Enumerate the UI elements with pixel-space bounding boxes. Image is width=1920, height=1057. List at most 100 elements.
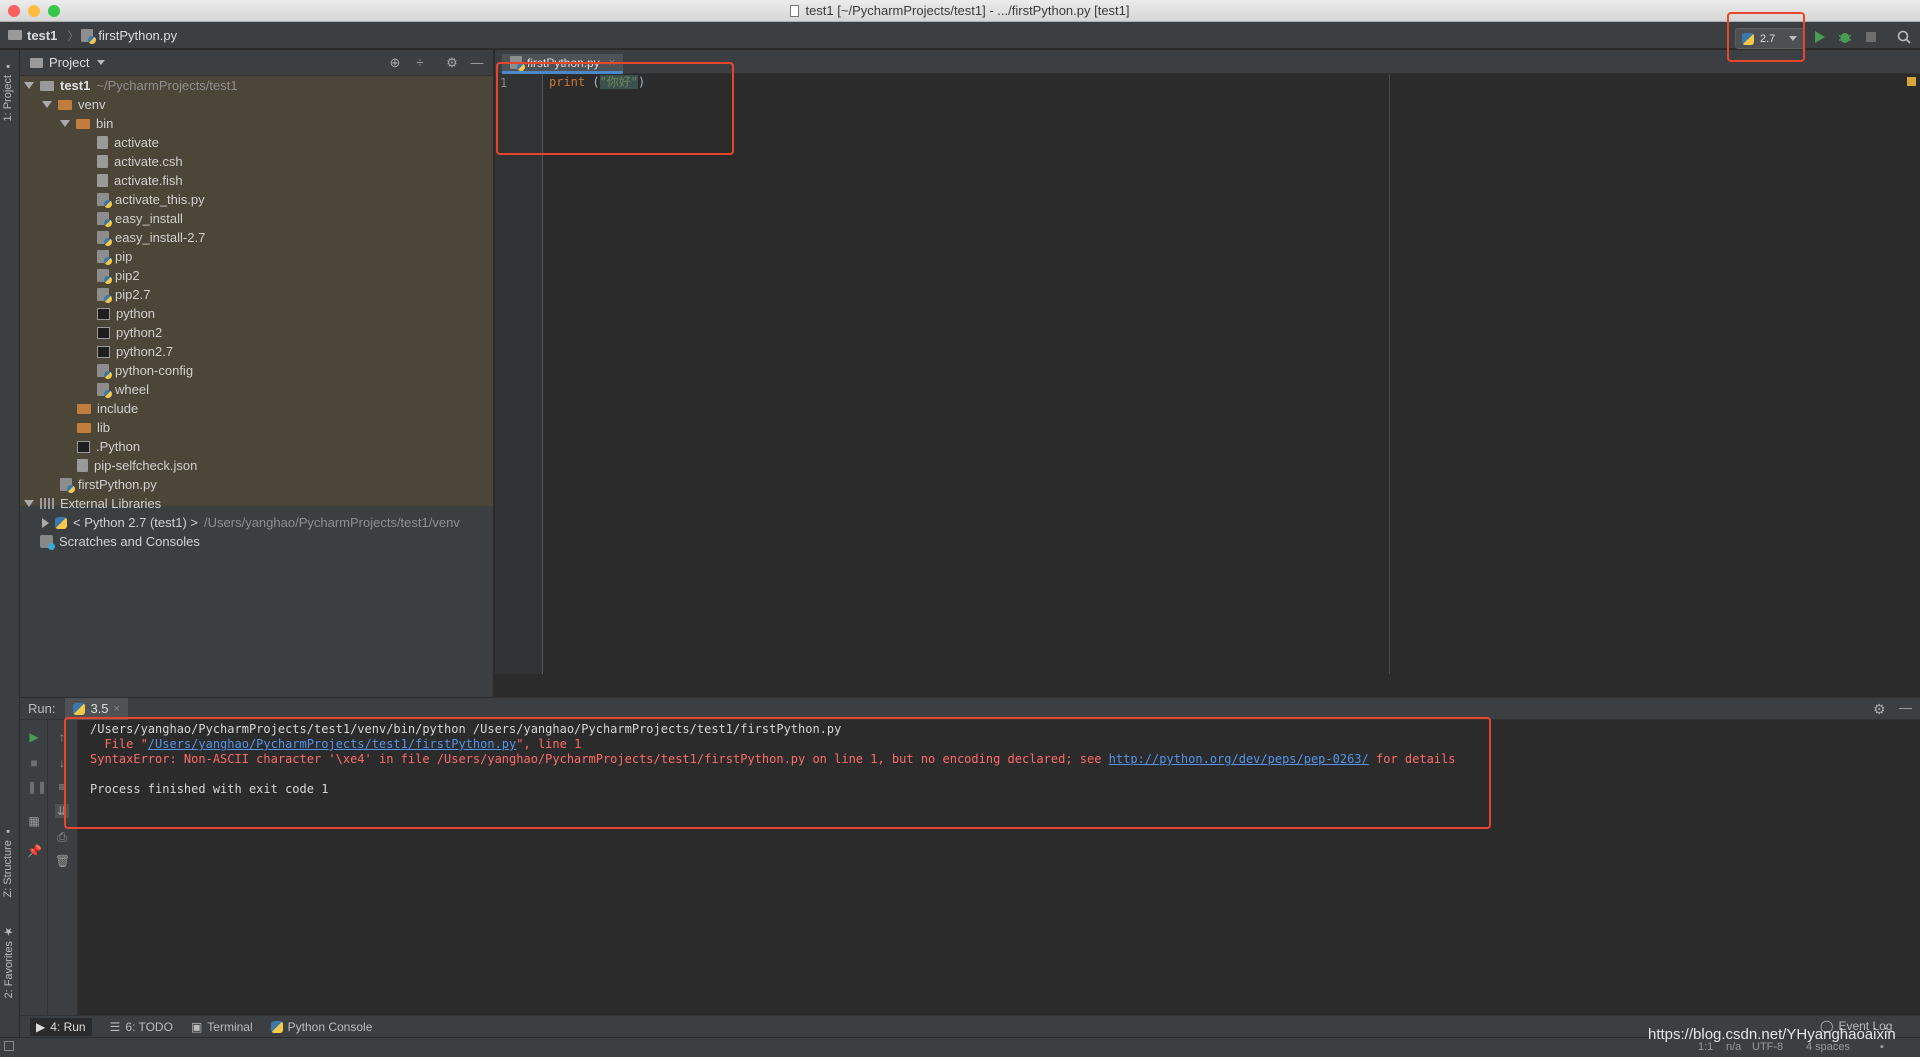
python-icon <box>270 1020 283 1033</box>
executable-icon <box>97 326 110 339</box>
tool-tab-todo[interactable]: ☰ 6: TODO <box>110 1020 173 1034</box>
json-file-icon <box>77 459 88 472</box>
run-toolbar-left: ▶ ■ ❚❚ ▦ 📌 <box>20 720 48 1015</box>
tree-file-dotpython[interactable]: .Python <box>77 437 140 456</box>
python-file-icon <box>97 364 112 379</box>
close-window-button[interactable] <box>8 5 20 17</box>
search-everywhere-button[interactable] <box>1895 28 1913 46</box>
hide-panel-icon[interactable]: — <box>1899 700 1912 715</box>
tree-file-pip[interactable]: pip <box>97 247 132 266</box>
editor-bottom-area <box>495 674 1920 698</box>
run-button[interactable] <box>1811 28 1829 46</box>
python-file-icon <box>97 250 112 265</box>
list-icon: ☰ <box>109 1019 121 1034</box>
tool-tab-terminal[interactable]: ▣ Terminal <box>191 1020 253 1034</box>
python-file-icon <box>97 383 112 398</box>
minimize-window-button[interactable] <box>28 5 40 17</box>
library-icon <box>40 498 54 509</box>
tree-file-firstpython[interactable]: firstPython.py <box>60 475 157 494</box>
tree-node-python-sdk[interactable]: < Python 2.7 (test1) > /Users/yanghao/Py… <box>42 513 460 532</box>
stop-icon[interactable]: ■ <box>27 756 41 770</box>
annotation-box-console <box>64 717 1491 829</box>
project-tool-tab[interactable]: 1: Project ▪ <box>2 60 14 122</box>
tree-file-python27[interactable]: python2.7 <box>97 342 173 361</box>
favorites-tool-tab[interactable]: 2: Favorites ★ <box>2 925 15 999</box>
python-file-icon <box>97 288 112 303</box>
left-tool-stripe: 1: Project ▪ Z: Structure ▪ 2: Favorites… <box>0 50 20 1047</box>
collapse-arrow-icon[interactable] <box>42 517 49 528</box>
tool-tab-python-console[interactable]: Python Console <box>270 1020 372 1034</box>
tree-node-root[interactable]: test1 ~/PycharmProjects/test1 <box>24 76 238 95</box>
tree-node-lib[interactable]: lib <box>77 418 110 437</box>
tree-node-scratches[interactable]: Scratches and Consoles <box>40 532 200 551</box>
hide-panel-icon[interactable]: — <box>470 56 484 70</box>
tree-node-bin[interactable]: bin <box>60 114 113 133</box>
python-file-icon <box>97 212 112 227</box>
structure-tool-tab[interactable]: Z: Structure ▪ <box>2 825 14 898</box>
tree-node-venv[interactable]: venv <box>42 95 105 114</box>
folder-icon <box>77 403 91 414</box>
window-title: test1 [~/PycharmProjects/test1] - .../fi… <box>790 0 1130 22</box>
tree-file-pip2[interactable]: pip2 <box>97 266 140 285</box>
tree-file-python[interactable]: python <box>97 304 155 323</box>
tree-file-wheel[interactable]: wheel <box>97 380 149 399</box>
tree-file-easy-install[interactable]: easy_install <box>97 209 183 228</box>
gear-icon[interactable]: ⚙ <box>1873 701 1886 718</box>
tree-file-python2[interactable]: python2 <box>97 323 162 342</box>
folder-icon <box>40 80 54 91</box>
tree-node-external-libraries[interactable]: External Libraries <box>24 494 161 513</box>
tree-node-include[interactable]: include <box>77 399 138 418</box>
tree-file-pip27[interactable]: pip2.7 <box>97 285 150 304</box>
expand-arrow-icon[interactable] <box>60 120 70 127</box>
debug-button[interactable] <box>1836 28 1854 46</box>
project-view-icon <box>30 57 43 68</box>
trash-icon[interactable]: 🗑 <box>55 854 70 868</box>
python-icon <box>55 516 67 529</box>
play-icon <box>1815 31 1825 43</box>
annotation-box-code <box>496 62 734 155</box>
breadcrumb-file[interactable]: firstPython.py <box>81 28 177 44</box>
locate-file-icon[interactable]: ⊕ <box>388 56 402 70</box>
bottom-tool-bar: ▶ 4: Run ☰ 6: TODO ▣ Terminal Python Consol… <box>20 1015 1920 1037</box>
editor-gutter <box>495 74 543 674</box>
chevron-down-icon[interactable] <box>97 60 106 65</box>
toggle-tool-windows-icon[interactable] <box>4 1041 14 1051</box>
tree-file-activate-this[interactable]: activate_this.py <box>97 190 205 209</box>
expand-arrow-icon[interactable] <box>42 101 52 108</box>
status-bar: 1:1 n/a UTF-8 4 spaces ▪ <box>0 1037 1920 1057</box>
title-bar: test1 [~/PycharmProjects/test1] - .../fi… <box>0 0 1920 22</box>
pin-icon[interactable]: 📌 <box>27 844 42 858</box>
project-view-selector[interactable]: Project <box>49 55 89 70</box>
zoom-window-button[interactable] <box>48 5 60 17</box>
layout-icon[interactable]: ▦ <box>27 814 41 828</box>
print-icon[interactable]: ⎙ <box>55 830 69 844</box>
terminal-icon: ▣ <box>190 1019 203 1034</box>
navigation-bar: test1 〉 firstPython.py <box>0 22 1920 49</box>
python-file-icon <box>60 478 75 493</box>
rerun-icon[interactable]: ▶ <box>27 730 41 744</box>
pause-icon[interactable]: ❚❚ <box>27 780 47 794</box>
bug-icon <box>1839 33 1851 43</box>
breadcrumb-separator-icon: 〉 <box>67 28 80 43</box>
breadcrumb-project[interactable]: test1 <box>8 28 57 43</box>
stop-button[interactable] <box>1862 28 1880 46</box>
gear-icon[interactable]: ⚙ <box>445 56 459 70</box>
file-icon <box>97 136 108 149</box>
tree-file-activate-csh[interactable]: activate.csh <box>97 152 183 171</box>
tree-file-activate[interactable]: activate <box>97 133 159 152</box>
tree-file-easy-install-27[interactable]: easy_install-2.7 <box>97 228 205 247</box>
expand-arrow-icon[interactable] <box>24 82 34 89</box>
tree-file-python-config[interactable]: python-config <box>97 361 193 380</box>
tree-file-activate-fish[interactable]: activate.fish <box>97 171 183 190</box>
pycharm-window: test1 [~/PycharmProjects/test1] - .../fi… <box>0 0 1920 1057</box>
tool-tab-run[interactable]: ▶ 4: Run <box>30 1017 92 1036</box>
expand-arrow-icon[interactable] <box>24 500 34 507</box>
collapse-all-icon[interactable]: ÷ <box>413 56 427 70</box>
stop-icon <box>1866 32 1876 42</box>
python-file-icon <box>81 28 97 44</box>
close-tab-icon[interactable]: × <box>114 703 120 715</box>
warning-stripe-icon[interactable] <box>1907 77 1916 86</box>
tree-file-pip-selfcheck[interactable]: pip-selfcheck.json <box>77 456 197 475</box>
folder-icon <box>8 30 22 40</box>
play-icon: ▶ <box>36 1019 46 1034</box>
